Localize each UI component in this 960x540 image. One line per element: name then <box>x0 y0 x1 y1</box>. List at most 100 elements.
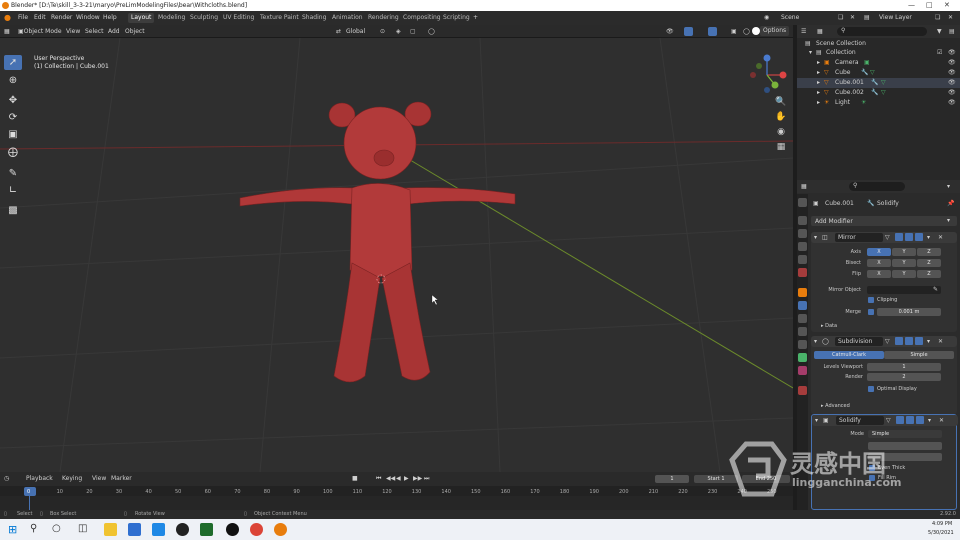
view-layer-tab-icon[interactable] <box>798 242 807 251</box>
flip-y-toggle[interactable]: Y <box>892 270 916 278</box>
physics-tab-icon[interactable] <box>798 327 807 336</box>
tab-scripting[interactable]: Scripting <box>440 13 473 23</box>
app-icon[interactable] <box>200 523 213 536</box>
edge-icon[interactable] <box>152 523 165 536</box>
store-icon[interactable] <box>128 523 141 536</box>
visibility-icon[interactable]: 👁 <box>666 28 674 35</box>
scene-icon[interactable]: ◉ <box>764 14 769 21</box>
shading-solid-icon[interactable] <box>752 27 760 35</box>
view-layer-name[interactable]: View Layer <box>879 14 912 21</box>
constraints-tab-icon[interactable] <box>798 340 807 349</box>
view-layer-icon[interactable]: ▤ <box>864 14 870 21</box>
unity-icon[interactable] <box>226 523 239 536</box>
eye-icon[interactable]: 👁 <box>948 49 956 56</box>
cortana-icon[interactable]: ○ <box>52 523 61 534</box>
snap-target-icon[interactable]: ▢ <box>410 28 416 35</box>
scale-tool-button[interactable]: ▣ <box>4 127 22 142</box>
axis-y-toggle[interactable]: Y <box>892 248 916 256</box>
bisect-y-toggle[interactable]: Y <box>892 259 916 267</box>
tab-modeling[interactable]: Modeling <box>155 13 188 23</box>
cage-toggle-icon[interactable] <box>896 416 904 424</box>
editor-type-icon[interactable]: ▦ <box>4 28 10 35</box>
properties-editor-type-icon[interactable]: ▦ <box>801 183 807 190</box>
viewport-toggle-icon[interactable] <box>905 233 913 241</box>
timeline-menu-keying[interactable]: Keying <box>62 475 82 482</box>
modifier-menu-icon[interactable]: ▾ <box>928 417 931 424</box>
timeline-menu-marker[interactable]: Marker <box>111 475 132 482</box>
simple-toggle[interactable]: Simple <box>884 351 954 359</box>
mode-dropdown[interactable]: Object Mode <box>18 28 62 35</box>
collapse-arrow-icon[interactable]: ▾ <box>814 338 817 345</box>
merge-checkbox[interactable] <box>868 309 874 315</box>
texture-tab-icon[interactable] <box>798 386 807 395</box>
select-tool-button[interactable]: ➚ <box>4 55 22 70</box>
render-toggle-icon[interactable] <box>916 416 924 424</box>
timeline-editor[interactable]: ◷ Playback Keying View Marker ■ ⏮ ◀◀ ◀ ▶… <box>0 472 793 510</box>
xray-icon[interactable]: ▣ <box>731 28 737 35</box>
record-icon[interactable]: ■ <box>352 475 358 482</box>
flip-x-toggle[interactable]: X <box>867 270 891 278</box>
merge-distance-field[interactable]: 0.001 m <box>877 308 941 316</box>
expand-arrow-icon[interactable]: ▸ <box>817 89 820 96</box>
tab-shading[interactable]: Shading <box>299 13 329 23</box>
eye-icon[interactable]: 👁 <box>948 99 956 106</box>
viewport-menu-select[interactable]: Select <box>85 28 104 35</box>
proportional-edit-icon[interactable]: ◯ <box>428 28 435 35</box>
remove-modifier-icon[interactable]: ✕ <box>938 234 943 241</box>
clipping-checkbox[interactable] <box>868 297 874 303</box>
expand-arrow-icon[interactable]: ▸ <box>817 99 820 106</box>
zoom-icon[interactable]: 🔍 <box>774 97 788 111</box>
properties-search-input[interactable]: ⚲ <box>849 182 905 191</box>
particles-tab-icon[interactable] <box>798 314 807 323</box>
expand-arrow-icon[interactable]: ▸ <box>817 59 820 66</box>
outliner-row-light[interactable]: ▸ ☀ Light ☀ 👁 <box>797 98 960 108</box>
scene-copy-icon[interactable]: ❏ <box>838 14 843 21</box>
mirror-object-field[interactable] <box>867 286 941 294</box>
current-frame-field[interactable]: 1 <box>655 475 689 483</box>
modifier-tab-icon[interactable] <box>798 301 807 310</box>
collapse-arrow-icon[interactable]: ▾ <box>815 417 818 424</box>
expand-arrow-icon[interactable]: ▾ <box>809 49 812 56</box>
add-workspace-icon[interactable]: + <box>473 14 478 21</box>
menu-file[interactable]: File <box>18 14 28 21</box>
clock-time[interactable]: 4:09 PM <box>932 521 952 527</box>
outliner-row-collection[interactable]: ▾ ▤ Collection ☑ 👁 <box>797 48 960 58</box>
play-reverse-icon[interactable]: ◀ <box>396 475 401 482</box>
minimize-button[interactable]: — <box>908 1 915 9</box>
eye-icon[interactable]: 👁 <box>948 59 956 66</box>
render-toggle-icon[interactable] <box>915 337 923 345</box>
windows-start-icon[interactable]: ⊞ <box>8 523 17 536</box>
xbox-icon[interactable] <box>176 523 189 536</box>
object-tab-icon[interactable] <box>798 288 807 297</box>
viewport-menu-object[interactable]: Object <box>125 28 145 35</box>
scene-name[interactable]: Scene <box>781 14 799 21</box>
menu-edit[interactable]: Edit <box>34 14 46 21</box>
collapse-arrow-icon[interactable]: ▾ <box>814 234 817 241</box>
scene-close-icon[interactable]: ✕ <box>850 14 855 21</box>
play-icon[interactable]: ▶ <box>404 475 409 482</box>
viewport-toggle-icon[interactable] <box>906 416 914 424</box>
viewport-toggle-icon[interactable] <box>905 337 913 345</box>
subdivision-name-field[interactable]: Subdivision <box>835 337 883 346</box>
menu-window[interactable]: Window <box>76 14 100 21</box>
pan-hand-icon[interactable]: ✋ <box>774 112 788 126</box>
timeline-menu-view[interactable]: View <box>92 475 106 482</box>
file-explorer-icon[interactable] <box>104 523 117 536</box>
edit-mode-toggle-icon[interactable]: ▽ <box>886 417 891 424</box>
transform-tool-button[interactable]: ⨁ <box>4 145 22 160</box>
render-tab-icon[interactable] <box>798 216 807 225</box>
outliner-row-cube-001[interactable]: ▸ ▽ Cube.001 🔧 ▽ 👁 <box>797 78 960 88</box>
material-tab-icon[interactable] <box>798 366 807 375</box>
new-collection-icon[interactable]: ▤ <box>949 28 955 35</box>
close-button[interactable]: ✕ <box>944 1 950 9</box>
rotate-tool-button[interactable]: ⟳ <box>4 110 22 125</box>
add-modifier-dropdown[interactable]: Add Modifier ▾ <box>811 216 957 226</box>
add-cube-tool-button[interactable]: ▩ <box>4 203 22 218</box>
edit-mode-toggle-icon[interactable]: ▽ <box>885 338 890 345</box>
prev-keyframe-icon[interactable]: ◀◀ <box>386 475 395 482</box>
outliner-row-camera[interactable]: ▸ ▣ Camera ▣ 👁 <box>797 58 960 68</box>
axis-x-toggle[interactable]: X <box>867 248 891 256</box>
gizmo-toggle-icon[interactable] <box>684 27 693 36</box>
remove-modifier-icon[interactable]: ✕ <box>938 338 943 345</box>
measure-tool-button[interactable]: ∟ <box>4 183 22 198</box>
